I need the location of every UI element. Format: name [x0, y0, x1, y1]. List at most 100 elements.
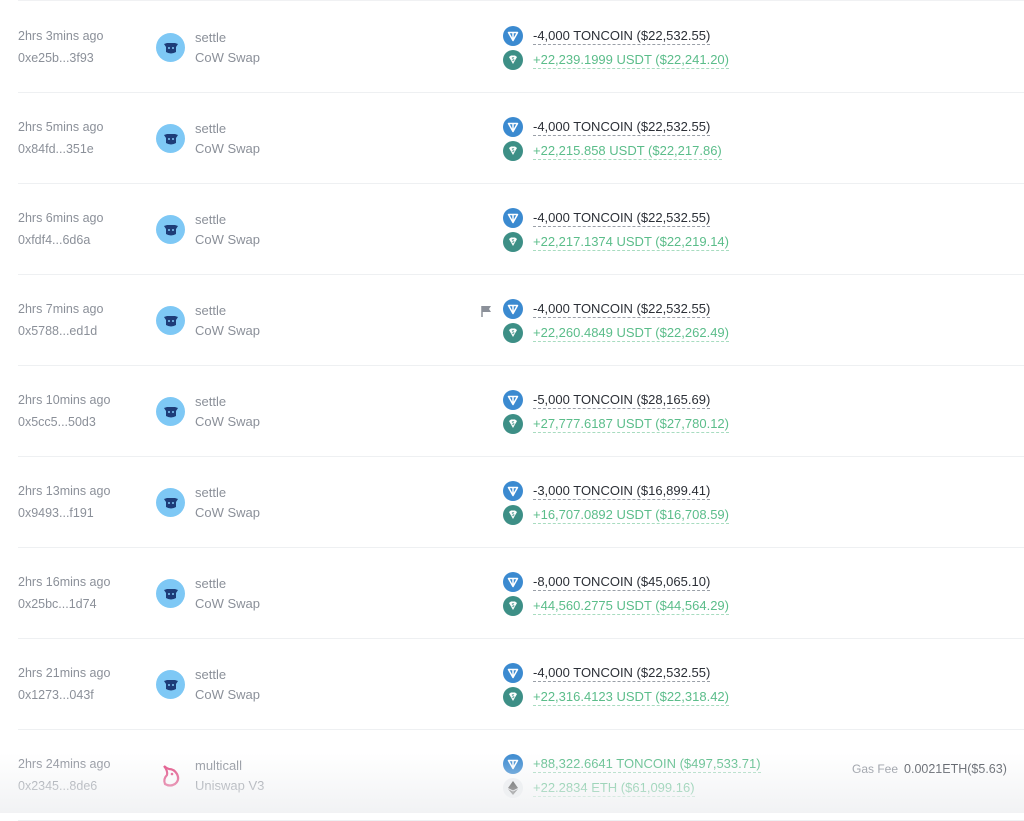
tx-protocol[interactable]: CoW Swap	[195, 596, 260, 611]
transaction-row: 2hrs 13mins ago 0x9493...f191 settle CoW…	[18, 456, 1024, 548]
tx-hash-link[interactable]: 0x1273...043f	[18, 688, 94, 702]
usdt-icon: $	[503, 141, 523, 161]
tx-time: 2hrs 7mins ago	[18, 302, 104, 316]
token-transfer-out: +88,322.6641 TONCOIN ($497,533.71)	[503, 754, 761, 774]
token-amount-link[interactable]: +22,316.4123 USDT ($22,318.42)	[533, 689, 729, 706]
tx-hash-link[interactable]: 0x5788...ed1d	[18, 324, 97, 338]
tx-protocol[interactable]: CoW Swap	[195, 50, 260, 65]
usdt-icon: $	[503, 687, 523, 707]
transaction-row: 2hrs 6mins ago 0xfdf4...6d6a settle CoW …	[18, 183, 1024, 275]
tx-hash-link[interactable]: 0x2345...8de6	[18, 779, 97, 793]
toncoin-icon	[503, 26, 523, 46]
tx-method: settle	[195, 485, 227, 500]
tx-protocol[interactable]: CoW Swap	[195, 414, 260, 429]
eth-icon	[503, 778, 523, 798]
token-amount-link[interactable]: +22,217.1374 USDT ($22,219.14)	[533, 234, 729, 251]
token-amount-link[interactable]: +22,239.1999 USDT ($22,241.20)	[533, 52, 729, 69]
token-amount-link[interactable]: -5,000 TONCOIN ($28,165.69)	[533, 392, 711, 409]
cow-swap-icon	[156, 579, 185, 608]
token-transfer-in: $ +27,777.6187 USDT ($27,780.12)	[503, 414, 729, 434]
tx-protocol[interactable]: Uniswap V3	[195, 778, 264, 793]
svg-text:$: $	[512, 603, 515, 609]
tx-method: multicall	[195, 758, 242, 773]
token-amount-link[interactable]: -4,000 TONCOIN ($22,532.55)	[533, 301, 711, 318]
token-amount-link[interactable]: -4,000 TONCOIN ($22,532.55)	[533, 28, 711, 45]
token-amount-link[interactable]: -3,000 TONCOIN ($16,899.41)	[533, 483, 711, 500]
transaction-row: 2hrs 21mins ago 0x1273...043f settle CoW…	[18, 638, 1024, 730]
usdt-icon: $	[503, 505, 523, 525]
tx-time: 2hrs 21mins ago	[18, 666, 111, 680]
toncoin-icon	[503, 754, 523, 774]
gas-fee: Gas Fee 0.0021ETH($5.63)	[852, 762, 1007, 776]
transaction-row: 2hrs 5mins ago 0x84fd...351e settle CoW …	[18, 92, 1024, 184]
tx-time: 2hrs 3mins ago	[18, 29, 104, 43]
tx-method: settle	[195, 667, 227, 682]
token-amount-link[interactable]: +27,777.6187 USDT ($27,780.12)	[533, 416, 729, 433]
tx-method: settle	[195, 30, 227, 45]
tx-time: 2hrs 16mins ago	[18, 575, 111, 589]
usdt-icon: $	[503, 323, 523, 343]
tx-method: settle	[195, 212, 227, 227]
token-amount-link[interactable]: -4,000 TONCOIN ($22,532.55)	[533, 119, 711, 136]
token-amount-link[interactable]: +22,215.858 USDT ($22,217.86)	[533, 143, 722, 160]
svg-text:$: $	[512, 512, 515, 518]
transaction-row: 2hrs 10mins ago 0x5cc5...50d3 settle CoW…	[18, 365, 1024, 457]
tx-protocol[interactable]: CoW Swap	[195, 505, 260, 520]
tx-protocol[interactable]: CoW Swap	[195, 323, 260, 338]
tx-time: 2hrs 5mins ago	[18, 120, 104, 134]
cow-swap-icon	[156, 124, 185, 153]
token-amount-link[interactable]: +16,707.0892 USDT ($16,708.59)	[533, 507, 729, 524]
toncoin-icon	[503, 117, 523, 137]
tx-time: 2hrs 6mins ago	[18, 211, 104, 225]
toncoin-icon	[503, 208, 523, 228]
tx-hash-link[interactable]: 0xe25b...3f93	[18, 51, 94, 65]
tx-protocol[interactable]: CoW Swap	[195, 687, 260, 702]
token-transfer-out: -4,000 TONCOIN ($22,532.55)	[503, 663, 711, 683]
transaction-row: 2hrs 24mins ago 0x2345...8de6 multicall …	[18, 729, 1024, 821]
token-transfer-out: -4,000 TONCOIN ($22,532.55)	[503, 208, 711, 228]
tx-hash-link[interactable]: 0xfdf4...6d6a	[18, 233, 90, 247]
toncoin-icon	[503, 481, 523, 501]
token-transfer-in: $ +22,215.858 USDT ($22,217.86)	[503, 141, 722, 161]
tx-method: settle	[195, 576, 227, 591]
token-amount-link[interactable]: +88,322.6641 TONCOIN ($497,533.71)	[533, 756, 761, 773]
token-transfer-out: -4,000 TONCOIN ($22,532.55)	[503, 299, 711, 319]
token-transfer-out: -5,000 TONCOIN ($28,165.69)	[503, 390, 711, 410]
tx-protocol[interactable]: CoW Swap	[195, 141, 260, 156]
token-amount-link[interactable]: -4,000 TONCOIN ($22,532.55)	[533, 665, 711, 682]
token-amount-link[interactable]: -8,000 TONCOIN ($45,065.10)	[533, 574, 711, 591]
token-transfer-in: $ +22,239.1999 USDT ($22,241.20)	[503, 50, 729, 70]
token-amount-link[interactable]: +22,260.4849 USDT ($22,262.49)	[533, 325, 729, 342]
token-transfer-in: $ +22,260.4849 USDT ($22,262.49)	[503, 323, 729, 343]
cow-swap-icon	[156, 670, 185, 699]
token-amount-link[interactable]: -4,000 TONCOIN ($22,532.55)	[533, 210, 711, 227]
tx-protocol[interactable]: CoW Swap	[195, 232, 260, 247]
gas-fee-label: Gas Fee	[852, 762, 899, 776]
token-transfer-out: -3,000 TONCOIN ($16,899.41)	[503, 481, 711, 501]
token-amount-link[interactable]: +22.2834 ETH ($61,099.16)	[533, 780, 695, 797]
tx-hash-link[interactable]: 0x9493...f191	[18, 506, 94, 520]
cow-swap-icon	[156, 488, 185, 517]
svg-text:$: $	[512, 330, 515, 336]
svg-text:$: $	[512, 421, 515, 427]
token-transfer-in: $ +22,217.1374 USDT ($22,219.14)	[503, 232, 729, 252]
tx-hash-link[interactable]: 0x84fd...351e	[18, 142, 94, 156]
token-transfer-in: $ +16,707.0892 USDT ($16,708.59)	[503, 505, 729, 525]
tx-hash-link[interactable]: 0x25bc...1d74	[18, 597, 97, 611]
tx-method: settle	[195, 394, 227, 409]
token-amount-link[interactable]: +44,560.2775 USDT ($44,564.29)	[533, 598, 729, 615]
svg-text:$: $	[512, 239, 515, 245]
toncoin-icon	[503, 572, 523, 592]
usdt-icon: $	[503, 414, 523, 434]
cow-swap-icon	[156, 397, 185, 426]
tx-hash-link[interactable]: 0x5cc5...50d3	[18, 415, 96, 429]
token-transfer-in: +22.2834 ETH ($61,099.16)	[503, 778, 695, 798]
usdt-icon: $	[503, 50, 523, 70]
flag-icon[interactable]	[481, 304, 492, 322]
tx-time: 2hrs 24mins ago	[18, 757, 111, 771]
toncoin-icon	[503, 390, 523, 410]
uniswap-icon	[156, 761, 185, 790]
cow-swap-icon	[156, 33, 185, 62]
transaction-row: 2hrs 16mins ago 0x25bc...1d74 settle CoW…	[18, 547, 1024, 639]
toncoin-icon	[503, 663, 523, 683]
